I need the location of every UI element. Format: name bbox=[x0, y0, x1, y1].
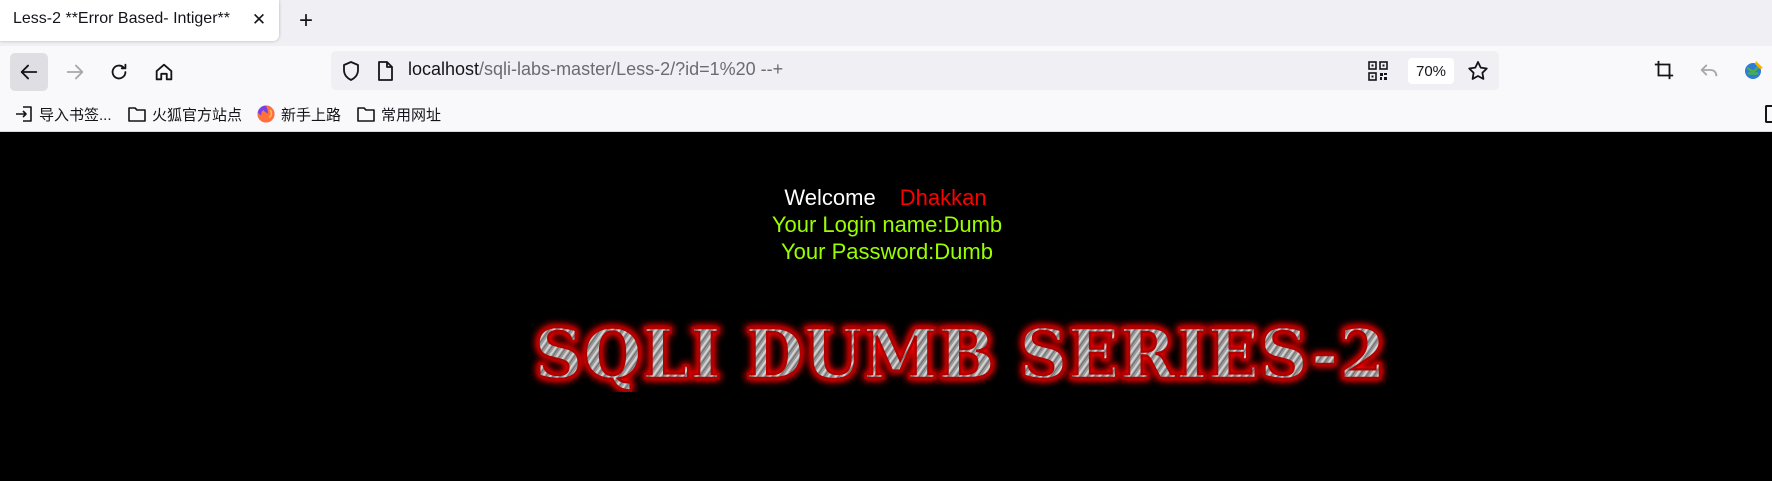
password-text: Your Password:Dumb bbox=[781, 239, 993, 264]
bookmark-firefox-official[interactable]: 火狐官方站点 bbox=[127, 103, 242, 125]
undo-button[interactable] bbox=[1696, 57, 1722, 83]
qr-code-icon[interactable] bbox=[1368, 61, 1388, 81]
firefox-icon bbox=[257, 105, 275, 123]
series-banner: SQLI DUMB SERIES-2 bbox=[533, 314, 1388, 392]
url-path: /sqli-labs-master/Less-2/?id=1%20 --+ bbox=[479, 59, 784, 79]
zoom-level-button[interactable]: 70% bbox=[1408, 58, 1454, 84]
folder-icon bbox=[357, 107, 375, 122]
bookmark-import[interactable]: 导入书签... bbox=[14, 103, 112, 125]
close-tab-icon[interactable]: ✕ bbox=[248, 9, 270, 31]
tab-strip: Less-2 **Error Based- Intiger** ✕ + bbox=[0, 0, 1772, 46]
address-bar[interactable]: localhost/sqli-labs-master/Less-2/?id=1%… bbox=[331, 51, 1499, 90]
page-icon[interactable] bbox=[376, 60, 394, 82]
reload-icon bbox=[111, 63, 127, 80]
tab-title: Less-2 **Error Based- Intiger** bbox=[13, 10, 230, 27]
nav-toolbar: localhost/sqli-labs-master/Less-2/?id=1%… bbox=[0, 46, 1772, 96]
bookmarks-bar: 导入书签... 火狐官方站点 新手上路 常用网址 bbox=[0, 96, 1772, 132]
url-text[interactable]: localhost/sqli-labs-master/Less-2/?id=1%… bbox=[408, 59, 783, 80]
folder-icon bbox=[128, 107, 146, 122]
bookmark-label: 新手上路 bbox=[281, 106, 342, 124]
bookmark-getting-started[interactable]: 新手上路 bbox=[256, 103, 341, 125]
extension-button[interactable] bbox=[1741, 57, 1767, 83]
user-name: Dhakkan bbox=[899, 185, 987, 210]
back-button[interactable] bbox=[10, 53, 48, 91]
web-page: Welcome Dhakkan Your Login name:Dumb Your… bbox=[0, 132, 1772, 481]
home-icon bbox=[155, 63, 173, 81]
arrow-left-icon bbox=[20, 64, 38, 80]
arrow-right-icon bbox=[66, 64, 84, 80]
new-tab-button[interactable]: + bbox=[292, 7, 320, 35]
welcome-text: Welcome bbox=[784, 185, 876, 210]
undo-icon bbox=[1700, 64, 1718, 77]
other-bookmarks-icon[interactable] bbox=[1765, 105, 1772, 123]
import-icon bbox=[16, 106, 32, 122]
crop-icon bbox=[1654, 60, 1674, 80]
globe-extension-icon bbox=[1745, 61, 1763, 79]
bookmark-label: 火狐官方站点 bbox=[152, 106, 243, 124]
tab-active[interactable]: Less-2 **Error Based- Intiger** ✕ bbox=[0, 0, 279, 41]
bookmark-label: 常用网址 bbox=[381, 106, 442, 124]
forward-button[interactable] bbox=[56, 53, 94, 91]
bookmark-label: 导入书签... bbox=[39, 106, 112, 124]
reload-button[interactable] bbox=[100, 53, 138, 91]
url-host: localhost bbox=[408, 59, 480, 79]
shield-icon[interactable] bbox=[341, 60, 361, 82]
bookmark-star-icon[interactable] bbox=[1466, 59, 1490, 83]
login-name-text: Your Login name:Dumb bbox=[771, 212, 1003, 237]
welcome-line: Welcome Dhakkan bbox=[0, 184, 1772, 211]
screenshot-crop-button[interactable] bbox=[1651, 57, 1677, 83]
banner-title: SQLI DUMB SERIES-2 bbox=[534, 315, 1386, 392]
bookmark-common-sites[interactable]: 常用网址 bbox=[356, 103, 441, 125]
home-button[interactable] bbox=[145, 53, 183, 91]
